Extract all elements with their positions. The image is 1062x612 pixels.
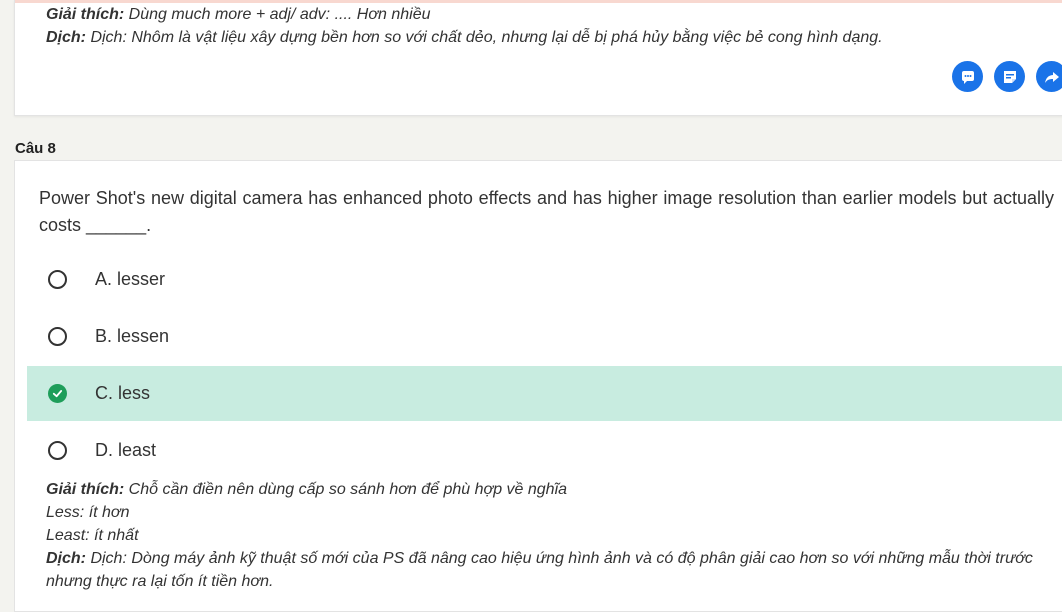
explanation-label: Giải thích: [46, 481, 125, 498]
action-buttons [952, 61, 1062, 92]
explanation-text: Chỗ cần điền nên dùng cấp so sánh hơn để… [124, 481, 568, 498]
note-less: Less: ít hơn [46, 504, 130, 521]
previous-translation: Dịch: Dịch: Nhôm là vật liệu xây dựng bề… [46, 26, 883, 49]
option-c[interactable]: C. less [27, 366, 1062, 421]
radio-icon [48, 441, 67, 460]
translation-text: Dịch: Nhôm là vật liệu xây dựng bền hơn … [86, 29, 883, 46]
share-icon [1044, 71, 1059, 83]
comment-icon [961, 70, 974, 84]
option-d[interactable]: D. least [27, 423, 1062, 478]
explanation-label: Giải thích: [46, 6, 125, 23]
question-text: Power Shot's new digital camera has enha… [39, 188, 1054, 235]
translation-label: Dịch: [46, 29, 86, 46]
option-a[interactable]: A. lesser [27, 252, 1062, 307]
share-button[interactable] [1036, 61, 1062, 92]
previous-question-card: Giải thích: Dùng much more + adj/ adv: .… [14, 0, 1062, 116]
option-b[interactable]: B. lessen [27, 309, 1062, 364]
question-card: Power Shot's new digital camera has enha… [14, 160, 1062, 612]
explanation-text: Dùng much more + adj/ adv: .... Hơn nhiề… [124, 6, 431, 23]
radio-icon [48, 270, 67, 289]
option-label: A. lesser [95, 269, 166, 289]
question-number: Câu 8 [15, 140, 56, 157]
translation-label: Dịch: [46, 550, 86, 567]
explanation: Giải thích: Chỗ cần điền nên dùng cấp so… [46, 478, 1062, 501]
translation: Dịch: Dịch: Dòng máy ảnh kỹ thuật số mới… [46, 547, 1062, 593]
option-label: B. lessen [95, 326, 170, 346]
radio-icon [48, 327, 67, 346]
translation-text: Dịch: Dòng máy ảnh kỹ thuật số mới của P… [46, 550, 1033, 590]
previous-explanation: Giải thích: Dùng much more + adj/ adv: .… [46, 3, 431, 26]
check-circle-icon [48, 384, 67, 403]
option-label: D. least [95, 440, 157, 460]
note-icon [1003, 70, 1016, 83]
note-button[interactable] [994, 61, 1025, 92]
comment-button[interactable] [952, 61, 983, 92]
note-least: Least: ít nhất [46, 527, 139, 544]
option-label: C. less [95, 383, 151, 403]
